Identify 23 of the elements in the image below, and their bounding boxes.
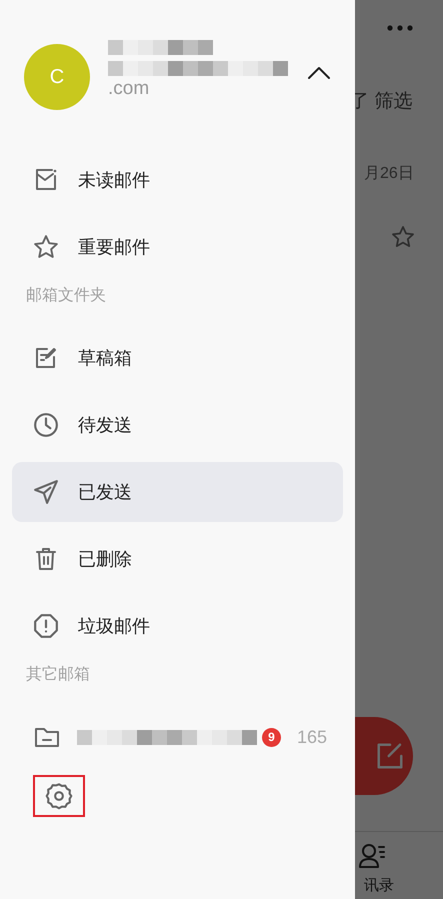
more-icon[interactable] [387, 25, 413, 31]
star-icon [33, 234, 59, 260]
compose-icon [375, 741, 405, 771]
settings-button[interactable] [33, 775, 85, 817]
unread-badge: 9 [262, 728, 281, 746]
section-header: 邮箱文件夹 [25, 286, 106, 306]
paper-plane-icon [33, 479, 59, 505]
compose-button[interactable] [355, 717, 413, 795]
mail-date: 月26日 [364, 164, 414, 184]
trash-icon [34, 547, 58, 571]
collapse-icon[interactable] [307, 66, 331, 80]
envelope-icon [34, 168, 58, 192]
section-header: 其它邮箱 [25, 664, 90, 685]
star-icon [391, 225, 415, 249]
clock-icon [33, 412, 59, 438]
email-suffix: .com [108, 78, 150, 100]
settings-icon [45, 782, 73, 810]
mail-count: 165 [296, 726, 327, 748]
note-edit-icon [34, 346, 58, 370]
mailbox-item[interactable]: 9 165 [12, 707, 343, 767]
folder-icon [34, 725, 60, 749]
menu-item[interactable]: 已发送 [12, 462, 343, 522]
contacts-icon[interactable] [358, 843, 386, 869]
